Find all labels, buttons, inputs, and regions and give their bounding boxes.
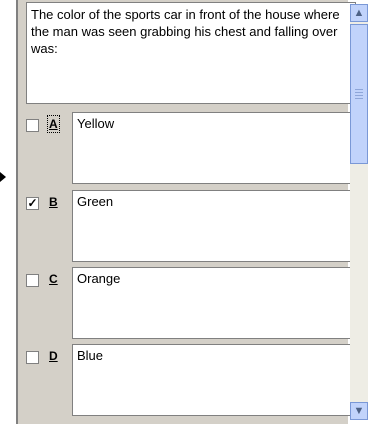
answer-option-b[interactable]: ✓ B Green [26, 190, 360, 264]
answer-option-d[interactable]: D Blue [26, 344, 360, 418]
option-letter-d: D [49, 349, 58, 363]
checkbox-b[interactable]: ✓ [26, 197, 39, 210]
answer-option-c[interactable]: C Orange [26, 267, 360, 341]
checkmark-icon: ✓ [27, 196, 38, 210]
checkbox-a[interactable] [26, 119, 39, 132]
question-text: The color of the sports car in front of … [26, 2, 356, 104]
vertical-scrollbar[interactable]: ▲ ▼ [350, 4, 368, 420]
answer-text-c[interactable]: Orange [72, 267, 360, 339]
option-letter-a: A [47, 115, 60, 133]
question-panel: The color of the sports car in front of … [16, 0, 360, 424]
option-letter-b: B [49, 195, 58, 209]
option-letter-c: C [49, 272, 58, 286]
grip-line [355, 95, 363, 96]
scroll-thumb[interactable] [350, 24, 368, 164]
scroll-down-icon[interactable]: ▼ [350, 402, 368, 420]
grip-line [355, 92, 363, 93]
checkbox-c[interactable] [26, 274, 39, 287]
grip-line [355, 89, 363, 90]
scroll-up-icon[interactable]: ▲ [350, 4, 368, 22]
panel-divider [16, 0, 18, 424]
answer-text-a[interactable]: Yellow [72, 112, 360, 184]
checkbox-d[interactable] [26, 351, 39, 364]
current-answer-pointer-icon [0, 172, 6, 182]
answer-text-d[interactable]: Blue [72, 344, 360, 416]
grip-line [355, 98, 363, 99]
answer-text-b[interactable]: Green [72, 190, 360, 262]
answer-option-a[interactable]: A Yellow [26, 112, 360, 186]
